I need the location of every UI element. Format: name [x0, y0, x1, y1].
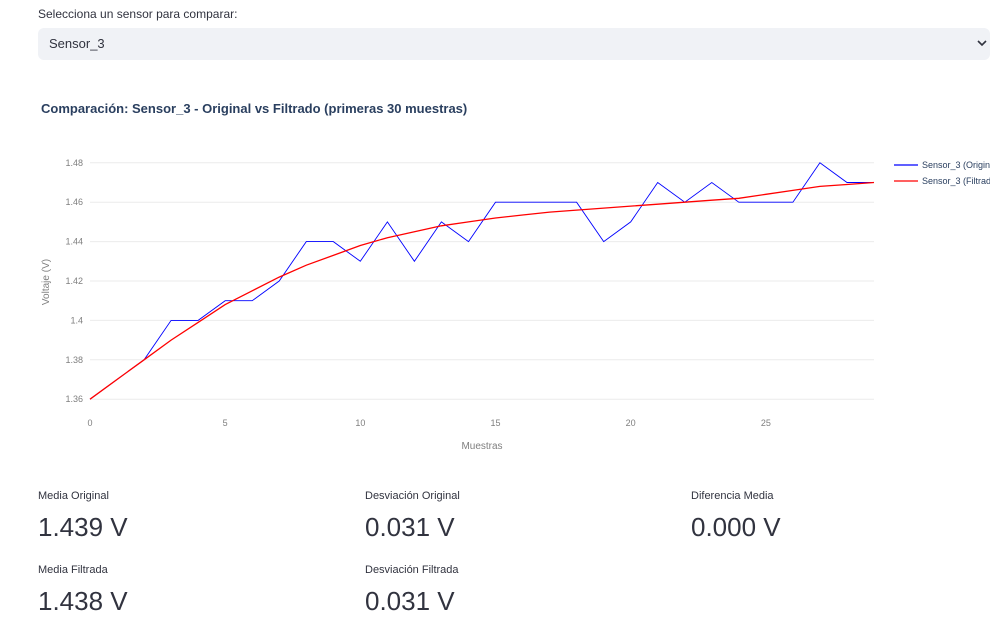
- y-axis-label: Voltaje (V): [41, 259, 52, 305]
- y-tick-label: 1.4: [70, 315, 83, 325]
- sensor-select-value: Sensor_3: [49, 36, 105, 51]
- x-tick-label: 15: [491, 418, 501, 428]
- chart-legend: Sensor_3 (Original) Sensor_3 (Filtrado): [894, 160, 990, 186]
- x-tick-label: 0: [87, 418, 92, 428]
- metric-media-filtrada: Media Filtrada 1.438 V: [38, 563, 128, 616]
- metric-value: 1.439 V: [38, 512, 128, 542]
- metric-value: 0.000 V: [691, 512, 781, 542]
- metric-value: 0.031 V: [365, 512, 455, 542]
- legend-label: Sensor_3 (Filtrado): [922, 176, 990, 186]
- series-line-filtrado: [89, 181, 875, 400]
- chart-title: Comparación: Sensor_3 - Original vs Filt…: [41, 101, 468, 116]
- sensor-select[interactable]: Sensor_3: [38, 28, 990, 60]
- x-tick-label: 20: [626, 418, 636, 428]
- metric-media-original: Media Original 1.439 V: [38, 489, 128, 542]
- y-tick-label: 1.36: [65, 394, 83, 404]
- metric-label: Desviación Filtrada: [365, 564, 459, 576]
- metric-value: 1.438 V: [38, 586, 128, 616]
- x-tick-label: 5: [223, 418, 228, 428]
- comparison-line-chart: 0 5 10 15 20 25 1.36 1.38 1.4 1.42 1.44 1.46 1.48 M…: [41, 158, 990, 452]
- x-tick-label: 10: [355, 418, 365, 428]
- metric-label: Diferencia Media: [691, 490, 774, 502]
- metric-desviacion-filtrada: Desviación Filtrada 0.031 V: [365, 563, 459, 616]
- y-tick-label: 1.38: [65, 355, 83, 365]
- x-axis-label: Muestras: [461, 441, 502, 452]
- metric-value: 0.031 V: [365, 586, 455, 616]
- metric-label: Media Original: [38, 490, 109, 502]
- sensor-select-label: Selecciona un sensor para comparar:: [38, 7, 238, 21]
- legend-label: Sensor_3 (Original): [922, 160, 990, 170]
- x-tick-label: 25: [761, 418, 771, 428]
- metric-desviacion-original: Desviación Original 0.031 V: [365, 489, 460, 542]
- y-tick-label: 1.44: [65, 237, 83, 247]
- metric-label: Media Filtrada: [38, 564, 108, 576]
- metric-diferencia-media: Diferencia Media 0.000 V: [691, 489, 781, 542]
- metric-label: Desviación Original: [365, 490, 460, 502]
- chevron-down-icon: [977, 40, 987, 47]
- y-tick-label: 1.48: [65, 158, 83, 168]
- y-tick-label: 1.46: [65, 197, 83, 207]
- y-tick-label: 1.42: [65, 276, 83, 286]
